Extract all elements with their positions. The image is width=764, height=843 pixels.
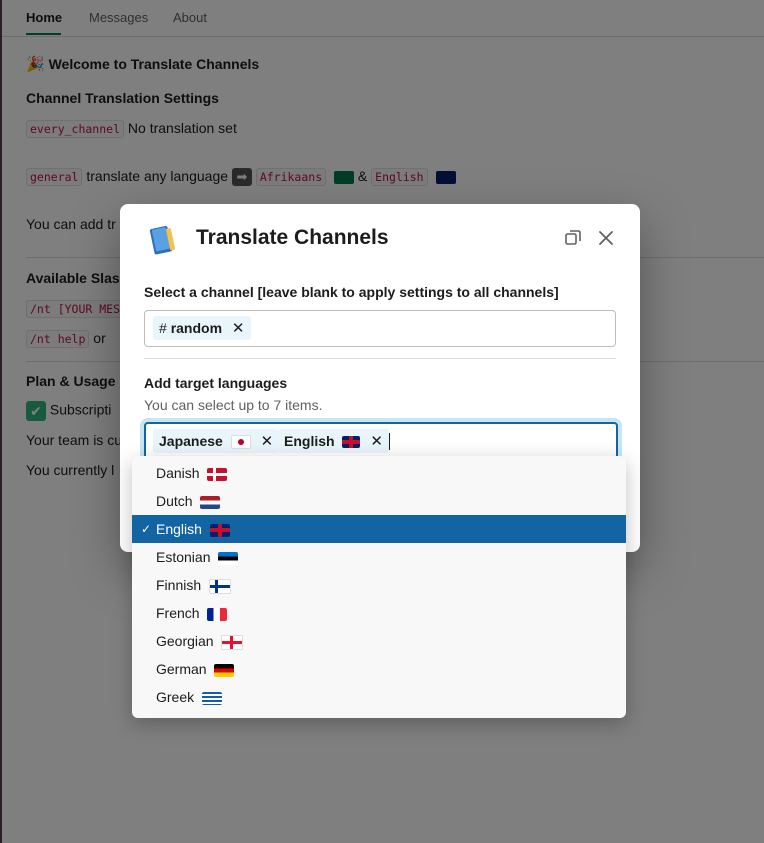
channel-chip: # random ✕ [153, 316, 251, 340]
hash-icon: # [159, 320, 167, 336]
uk-flag-icon [342, 436, 361, 449]
greece-flag-icon [202, 691, 223, 705]
france-flag-icon [207, 607, 228, 621]
option-german[interactable]: German [132, 655, 626, 683]
option-label: Georgian [156, 633, 214, 649]
channel-select[interactable]: # random ✕ [144, 310, 616, 347]
option-english[interactable]: ✓ English [132, 515, 626, 543]
option-label: Estonian [156, 549, 211, 565]
option-label: German [156, 661, 207, 677]
option-label: Dutch [156, 493, 193, 509]
modal-title: Translate Channels [196, 226, 389, 249]
germany-flag-icon [214, 663, 235, 677]
option-label: Finnish [156, 577, 202, 593]
georgia-flag-icon [221, 634, 244, 650]
estonia-flag-icon [218, 551, 239, 565]
language-options-list: Danish Dutch ✓ English Estonian Finnish … [132, 456, 626, 718]
option-label: Greek [156, 689, 195, 705]
text-caret [389, 433, 390, 450]
remove-channel-icon[interactable]: ✕ [232, 320, 245, 337]
option-georgian[interactable]: Georgian [132, 627, 626, 655]
option-estonian[interactable]: Estonian [132, 543, 626, 571]
languages-multiselect[interactable]: Japanese ✕ English ✕ [144, 422, 618, 459]
channel-chip-label: random [170, 320, 223, 336]
option-label: English [156, 521, 202, 537]
option-label: Danish [156, 465, 200, 481]
option-finnish[interactable]: Finnish [132, 571, 626, 599]
option-greek[interactable]: Greek [132, 683, 626, 711]
language-chip-label: Japanese [159, 433, 223, 449]
japan-flag-icon [230, 435, 251, 450]
option-danish[interactable]: Danish [132, 459, 626, 487]
language-chip-japanese: Japanese ✕ [153, 429, 280, 453]
language-chip-label: English [284, 433, 335, 449]
option-label: French [156, 605, 200, 621]
book-icon [149, 225, 176, 255]
finland-flag-icon [209, 578, 232, 594]
option-french[interactable]: French [132, 599, 626, 627]
channel-label: Select a channel [leave blank to apply s… [144, 284, 559, 300]
remove-language-icon[interactable]: ✕ [261, 433, 274, 450]
close-icon[interactable] [596, 228, 616, 248]
modal-divider [144, 358, 616, 359]
remove-language-icon[interactable]: ✕ [370, 433, 383, 450]
languages-hint: You can select up to 7 items. [144, 397, 323, 413]
expand-icon[interactable] [563, 228, 583, 248]
uk-flag-icon [209, 523, 230, 537]
denmark-flag-icon [207, 467, 228, 481]
option-dutch[interactable]: Dutch [132, 487, 626, 515]
checkmark-icon: ✓ [141, 522, 152, 536]
netherlands-flag-icon [200, 495, 221, 509]
language-chip-english: English ✕ [278, 429, 389, 453]
languages-label: Add target languages [144, 375, 288, 391]
